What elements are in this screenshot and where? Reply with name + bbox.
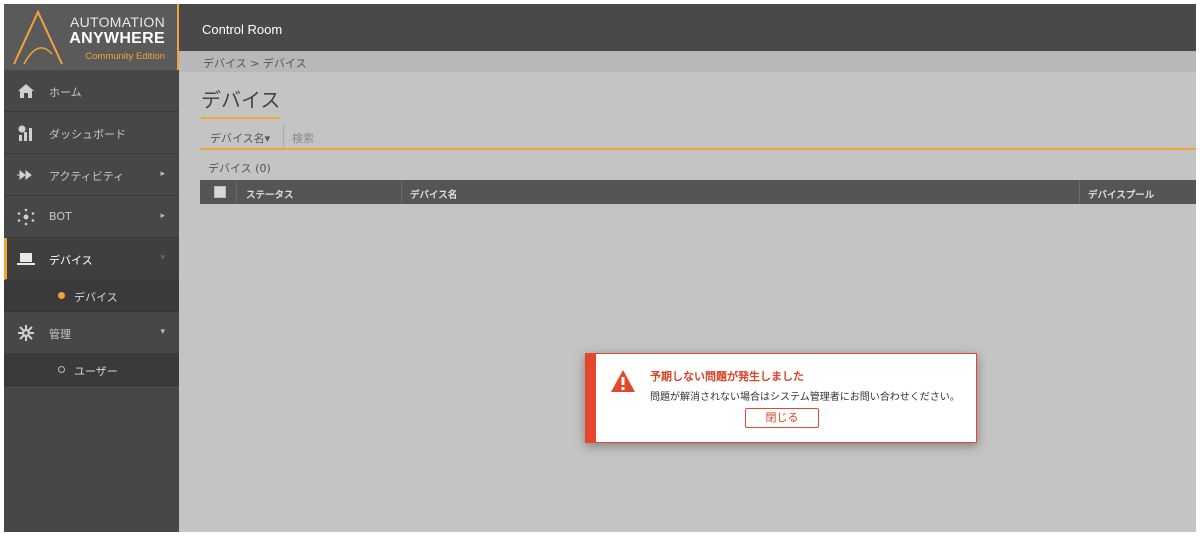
automation-anywhere-logo-mark xyxy=(13,9,63,65)
sidebar-item-dashboard[interactable]: ダッシュボード xyxy=(4,112,179,154)
logo-text-edition: Community Edition xyxy=(85,51,165,62)
filter-bar: デバイス名▾ 検索 xyxy=(200,124,1196,150)
device-count: デバイス (0) xyxy=(208,162,271,175)
home-icon xyxy=(18,84,34,98)
breadcrumb-text[interactable]: デバイス > デバイス xyxy=(203,55,307,71)
top-header: Control Room xyxy=(179,4,1196,51)
column-divider xyxy=(236,180,237,204)
chevron-right-icon: ▸ xyxy=(160,169,165,179)
logo-text-anywhere: ANYWHERE xyxy=(69,30,165,47)
gear-icon xyxy=(18,325,34,341)
sidebar-item-devices[interactable]: デバイス ▾ xyxy=(4,238,179,280)
sidebar-item-admin[interactable]: 管理 ▾ xyxy=(4,312,179,354)
page-title: デバイス xyxy=(201,84,281,119)
sidebar-subitem-label: ユーザー xyxy=(74,365,118,378)
search-input[interactable]: 検索 xyxy=(292,130,314,146)
logo[interactable]: AUTOMATION ANYWHERE Community Edition xyxy=(4,4,179,70)
column-divider xyxy=(401,180,402,204)
sidebar-item-activity[interactable]: アクティビティ ▸ xyxy=(4,154,179,196)
chevron-right-icon: ▸ xyxy=(160,211,165,221)
column-header-device-pool[interactable]: デバイスプール xyxy=(1088,187,1154,201)
sidebar-subitem-devices[interactable]: デバイス xyxy=(4,280,179,312)
error-dialog: 予期しない問題が発生しました 問題が解消されない場合はシステム管理者にお問い合わ… xyxy=(585,353,977,443)
close-button[interactable]: 閉じる xyxy=(745,408,819,428)
sidebar-item-label: アクティビティ xyxy=(49,170,125,183)
column-divider xyxy=(1079,180,1080,204)
sidebar-item-home[interactable]: ホーム xyxy=(4,70,179,112)
sidebar-item-label: 管理 xyxy=(49,328,71,341)
sidebar-item-label: ダッシュボード xyxy=(49,128,126,141)
sidebar: AUTOMATION ANYWHERE Community Edition ホー… xyxy=(4,4,179,532)
error-dialog-title: 予期しない問題が発生しました xyxy=(650,370,804,383)
dashboard-icon xyxy=(18,125,32,141)
breadcrumb: デバイス > デバイス xyxy=(179,51,1196,72)
warning-icon xyxy=(611,370,635,392)
laptop-icon xyxy=(17,253,35,265)
error-dialog-message: 問題が解消されない場合はシステム管理者にお問い合わせください。 xyxy=(650,392,960,403)
table-header: ステータス デバイス名 デバイスプール xyxy=(200,180,1196,204)
inactive-dot-icon xyxy=(58,366,65,373)
filter-field-dropdown[interactable]: デバイス名▾ xyxy=(200,124,284,148)
sidebar-item-label: BOT xyxy=(49,210,72,223)
active-dot-icon xyxy=(58,292,65,299)
sidebar-item-label: ホーム xyxy=(49,86,82,99)
app-title: Control Room xyxy=(202,22,283,37)
sidebar-subitem-users[interactable]: ユーザー xyxy=(4,354,179,386)
activity-icon xyxy=(17,169,32,181)
logo-text-automation: AUTOMATION xyxy=(69,14,165,30)
column-header-status[interactable]: ステータス xyxy=(246,187,294,201)
chevron-down-icon: ▾ xyxy=(160,327,165,337)
select-all-checkbox[interactable] xyxy=(214,186,226,198)
sidebar-item-bot[interactable]: BOT ▸ xyxy=(4,196,179,238)
sidebar-item-label: デバイス xyxy=(49,254,93,267)
chevron-down-icon: ▾ xyxy=(160,253,165,263)
column-header-device-name[interactable]: デバイス名 xyxy=(410,187,457,201)
app-window: AUTOMATION ANYWHERE Community Edition ホー… xyxy=(4,4,1196,532)
bot-icon xyxy=(17,208,35,226)
sidebar-subitem-label: デバイス xyxy=(74,291,118,304)
